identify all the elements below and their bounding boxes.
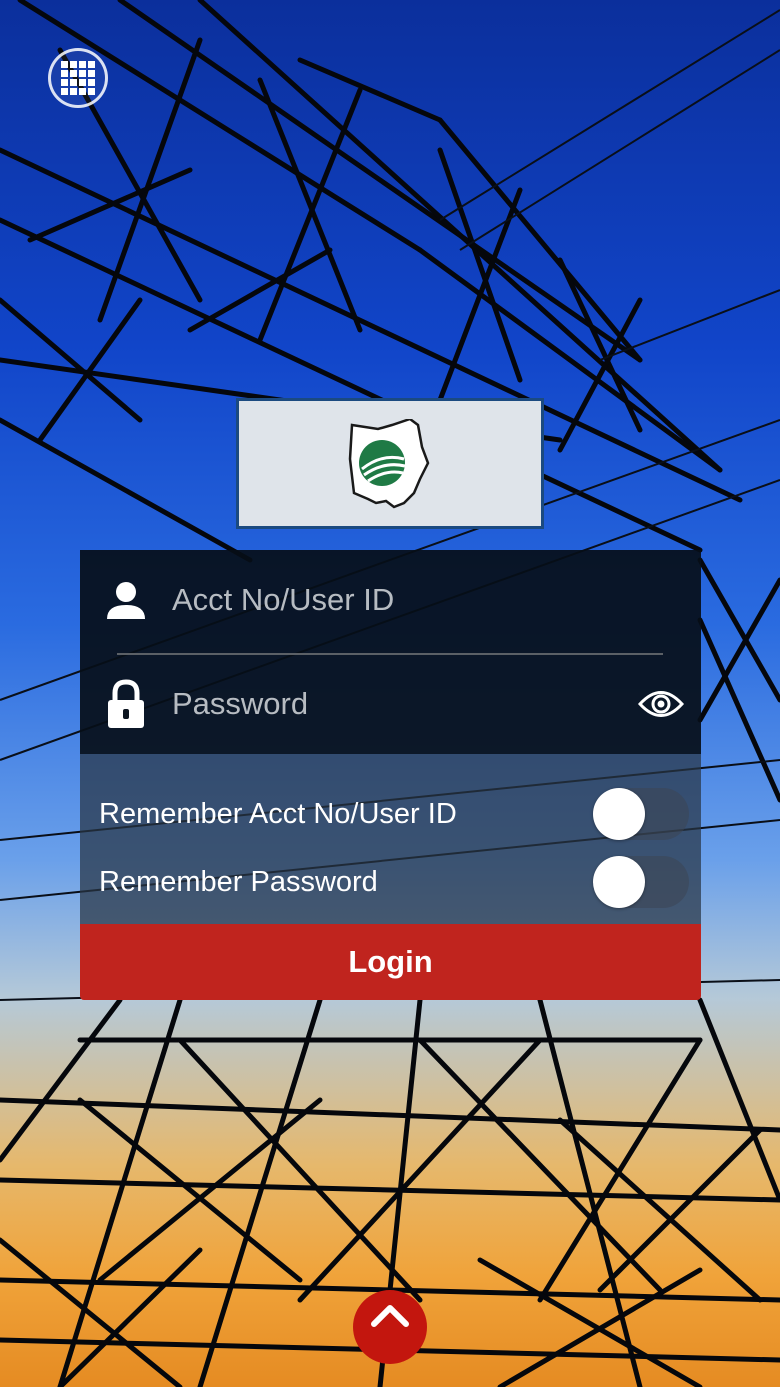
chevron-up-icon (371, 1305, 409, 1327)
remember-user-label: Remember Acct No/User ID (99, 797, 457, 830)
credentials-section (80, 550, 701, 754)
login-panel: Remember Acct No/User ID Remember Passwo… (80, 550, 701, 1000)
remember-user-toggle[interactable] (593, 788, 689, 840)
remember-password-label: Remember Password (99, 865, 378, 898)
company-logo (236, 398, 544, 529)
user-id-input[interactable] (172, 570, 701, 630)
remember-options: Remember Acct No/User ID Remember Passwo… (80, 754, 701, 924)
expand-button[interactable] (353, 1290, 427, 1364)
toggle-knob (593, 856, 645, 908)
password-input[interactable] (172, 674, 621, 734)
grid-icon (61, 61, 95, 95)
remember-password-row: Remember Password (99, 852, 689, 912)
password-row (80, 654, 701, 754)
apps-menu-button[interactable] (48, 48, 108, 108)
ohio-cooperative-logo (348, 418, 430, 508)
user-id-row (80, 550, 701, 650)
eye-icon[interactable] (621, 689, 701, 719)
remember-password-toggle[interactable] (593, 856, 689, 908)
lock-icon (80, 679, 172, 729)
remember-user-row: Remember Acct No/User ID (99, 784, 689, 844)
toggle-knob (593, 788, 645, 840)
login-button[interactable]: Login (80, 924, 701, 1000)
user-icon (80, 579, 172, 621)
